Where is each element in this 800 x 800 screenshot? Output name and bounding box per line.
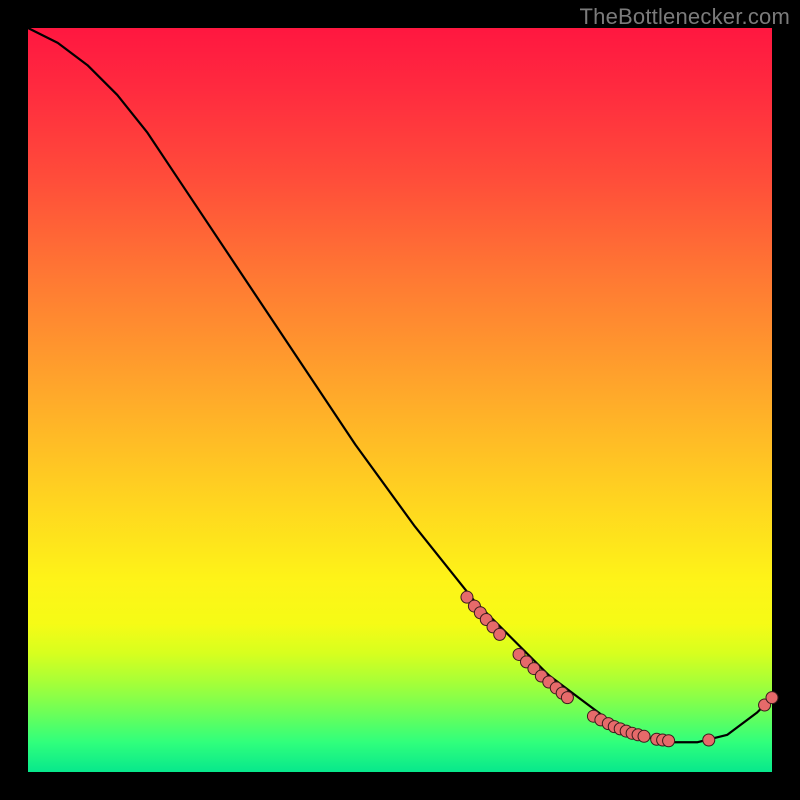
data-marker xyxy=(703,734,715,746)
markers-group xyxy=(461,591,778,747)
plot-area xyxy=(28,28,772,772)
chart-container: TheBottlenecker.com xyxy=(0,0,800,800)
data-marker xyxy=(494,628,506,640)
data-marker xyxy=(561,692,573,704)
data-marker xyxy=(638,730,650,742)
data-marker xyxy=(663,735,675,747)
watermark-text: TheBottlenecker.com xyxy=(580,4,790,30)
data-marker xyxy=(766,692,778,704)
chart-svg xyxy=(28,28,772,772)
curve-line xyxy=(28,28,772,742)
